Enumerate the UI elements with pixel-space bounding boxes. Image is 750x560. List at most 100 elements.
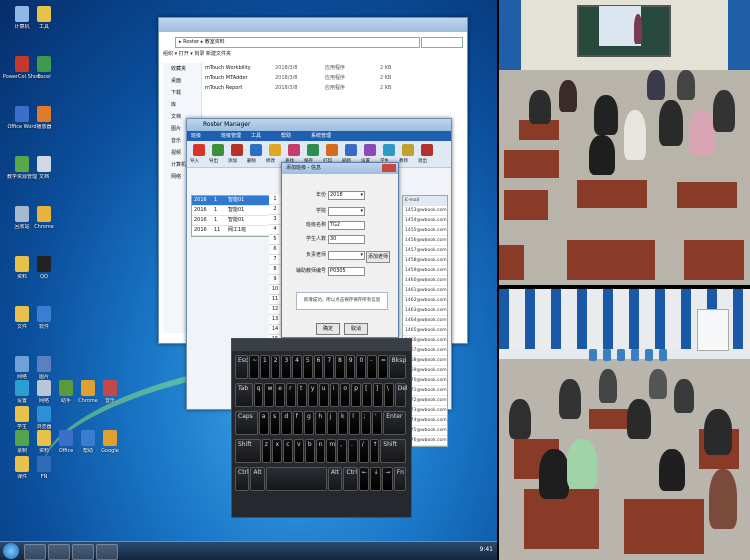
key[interactable]: . [347, 439, 358, 463]
key[interactable]: - [367, 355, 377, 379]
desktop-icon[interactable]: 音乐 [90, 380, 130, 410]
nav-item[interactable]: 库 [163, 99, 201, 111]
key[interactable]: Enter [383, 411, 406, 435]
key[interactable]: 9 [345, 355, 356, 379]
key[interactable]: k [337, 411, 349, 435]
email-cell[interactable]: 1462@wbook.com.cn [403, 296, 447, 306]
email-cell[interactable]: 1463@wbook.com.cn [403, 306, 447, 316]
field-input[interactable]: 2018 [328, 191, 365, 200]
key[interactable]: y [307, 383, 318, 407]
file-row[interactable]: mTouch Workbility 2018/3/8 应用程序 2 KB [205, 63, 460, 73]
email-cell[interactable]: 1457@wbook.com.cn [403, 246, 447, 256]
key[interactable]: Caps [235, 411, 258, 435]
key[interactable]: Tab [235, 383, 253, 407]
key[interactable]: = [377, 355, 388, 379]
toolbar-button[interactable] [402, 144, 414, 156]
key[interactable]: c [283, 439, 294, 463]
roster-tab[interactable]: 工具 [251, 132, 261, 139]
taskbar-app-keyboard[interactable] [72, 544, 94, 560]
email-cell[interactable]: 1454@wbook.com.cn [403, 216, 447, 226]
key[interactable]: m [326, 439, 337, 463]
toolbar-button[interactable] [269, 144, 281, 156]
key[interactable]: q [253, 383, 264, 407]
key[interactable]: Alt [327, 467, 343, 491]
key[interactable]: j [326, 411, 337, 435]
dialog-title[interactable]: 添加班级 - 信息 [282, 163, 398, 174]
key[interactable]: r [286, 383, 296, 407]
roster-tab[interactable]: 帮助 [281, 132, 291, 139]
email-cell[interactable]: 1458@wbook.com.cn [403, 256, 447, 266]
key[interactable]: → [382, 467, 393, 491]
file-row[interactable]: mTouch Report 2018/3/8 应用程序 2 KB [205, 83, 460, 93]
key[interactable]: Shift [380, 439, 406, 463]
close-icon[interactable] [382, 164, 396, 172]
add-teacher-button[interactable]: 添加老师 [366, 251, 390, 263]
key[interactable]: [ [362, 383, 372, 407]
email-cell[interactable]: 1464@wbook.com.cn [403, 316, 447, 326]
key[interactable]: Fn [393, 467, 406, 491]
desktop-icon[interactable]: FN [24, 456, 64, 486]
roster-tab[interactable]: 系统管理 [311, 132, 331, 139]
toolbar-button[interactable] [307, 144, 319, 156]
key[interactable]: ~ [249, 355, 259, 379]
key[interactable]: f [292, 411, 303, 435]
explorer-titlebar[interactable] [159, 18, 467, 32]
key[interactable]: 7 [324, 355, 335, 379]
key[interactable]: l [349, 411, 360, 435]
key[interactable]: w [264, 383, 275, 407]
toolbar-button[interactable] [326, 144, 338, 156]
email-cell[interactable]: 1453@wbook.com.cn [403, 206, 447, 216]
nav-item[interactable]: 下载 [163, 87, 201, 99]
toolbar-button[interactable] [345, 144, 357, 156]
search-box[interactable] [421, 37, 463, 48]
toolbar-button[interactable] [288, 144, 300, 156]
roster-tab[interactable]: 班级 [191, 132, 201, 139]
key[interactable]: 8 [335, 355, 345, 379]
toolbar-button[interactable] [250, 144, 262, 156]
key[interactable]: Ctrl [235, 467, 250, 491]
field-input[interactable] [328, 251, 365, 260]
key[interactable]: o [340, 383, 351, 407]
email-cell[interactable]: 1456@wbook.com.cn [403, 236, 447, 246]
key[interactable]: h [315, 411, 326, 435]
taskbar-app-roster[interactable] [48, 544, 70, 560]
key[interactable]: 2 [270, 355, 281, 379]
key[interactable]: Ctrl [343, 467, 358, 491]
email-cell[interactable]: 1455@wbook.com.cn [403, 226, 447, 236]
key[interactable]: d [281, 411, 292, 435]
field-input[interactable] [328, 207, 365, 216]
key[interactable]: 4 [292, 355, 302, 379]
key[interactable]: 6 [313, 355, 324, 379]
email-cell[interactable]: 1460@wbook.com.cn [403, 276, 447, 286]
key[interactable]: z [261, 439, 272, 463]
class-row[interactable]: 2016 1 智能01 [192, 216, 272, 226]
class-row[interactable]: 2016 1 智能01 [192, 206, 272, 216]
cancel-button[interactable]: 取消 [344, 323, 368, 335]
nav-item[interactable]: 桌面 [163, 75, 201, 87]
key[interactable]: u [318, 383, 329, 407]
toolbar-button[interactable] [231, 144, 243, 156]
field-input[interactable]: 30 [328, 235, 365, 244]
email-cell[interactable]: 1465@wbook.com.cn [403, 326, 447, 336]
taskbar-app-explorer[interactable] [24, 544, 46, 560]
desktop-icon[interactable]: Excel [24, 56, 64, 86]
class-row[interactable]: 2016 1 智能01 [192, 196, 272, 206]
explorer-menu[interactable]: 组织 ▾ 打开 ▾ 刻录 新建文件夹 [163, 50, 231, 57]
taskbar-app-media[interactable] [96, 544, 118, 560]
key[interactable]: ↑ [369, 439, 380, 463]
key[interactable]: t [296, 383, 307, 407]
key[interactable]: 3 [281, 355, 292, 379]
desktop-icon[interactable]: 播放器 [24, 106, 64, 136]
toolbar-button[interactable] [193, 144, 205, 156]
desktop-icon[interactable]: 文档 [24, 156, 64, 186]
ok-button[interactable]: 确定 [316, 323, 340, 335]
toolbar-button[interactable] [212, 144, 224, 156]
email-cell[interactable]: 1459@wbook.com.cn [403, 266, 447, 276]
key[interactable]: v [294, 439, 304, 463]
address-bar[interactable]: ▸ Roster ▸ 教室资料 [175, 37, 420, 48]
key[interactable]: g [304, 411, 315, 435]
key[interactable]: b [304, 439, 315, 463]
key[interactable]: ← [358, 467, 370, 491]
key[interactable]: Del [394, 383, 408, 407]
key[interactable]: a [258, 411, 270, 435]
